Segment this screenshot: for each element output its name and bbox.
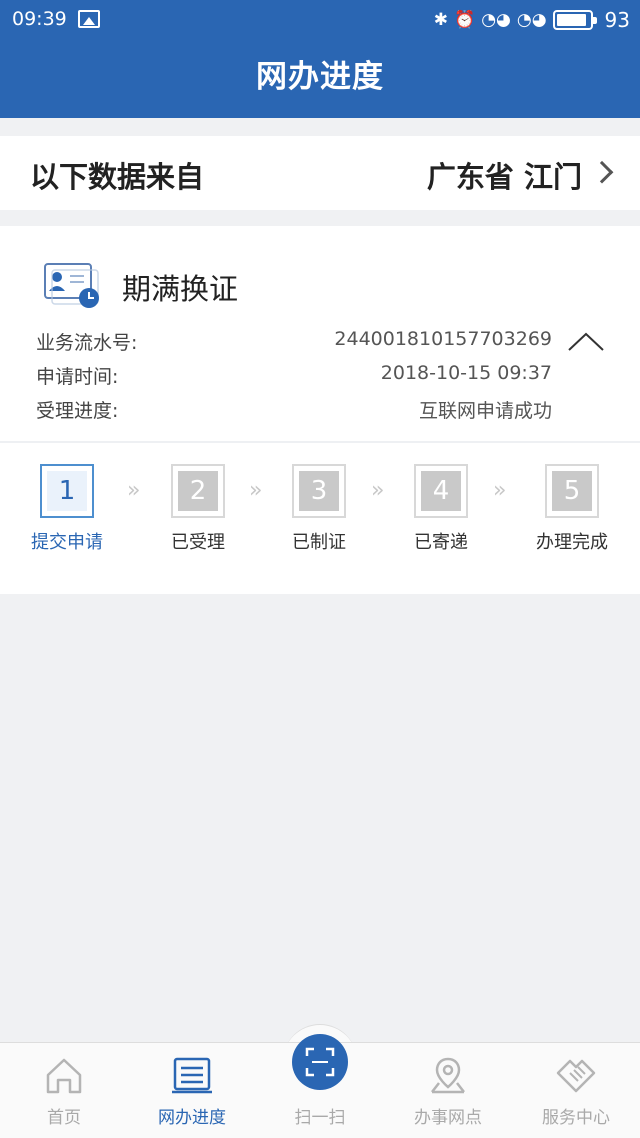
divider (0, 441, 640, 443)
step-5: 5 办理完成 (522, 464, 622, 554)
status-value: 互联网申请成功 (418, 400, 552, 422)
service-title: 期满换证 (122, 272, 239, 306)
step-number: 4 (421, 471, 461, 511)
apply-time-label: 申请时间: (36, 366, 119, 388)
scan-icon (305, 1047, 335, 1077)
tab-progress[interactable]: 网办进度 (128, 1043, 256, 1138)
step-4: 4 已寄递 (391, 464, 491, 554)
status-label: 受理进度: (36, 400, 119, 422)
tab-label: 网办进度 (158, 1108, 226, 1128)
step-label: 已寄递 (414, 532, 468, 553)
step-3: 3 已制证 (269, 464, 369, 554)
tab-label: 首页 (47, 1108, 81, 1128)
battery-icon (552, 10, 597, 30)
serial-value: 244001810157703269 (334, 328, 552, 350)
tab-home[interactable]: 首页 (0, 1043, 128, 1138)
step-1: 1 提交申请 (17, 464, 117, 554)
tab-label: 扫一扫 (294, 1108, 346, 1128)
apply-time-value: 2018-10-15 09:37 (380, 362, 552, 384)
step-label: 已受理 (171, 532, 225, 553)
chevron-up-icon[interactable] (566, 330, 606, 354)
title-bar: 网办进度 (0, 40, 640, 118)
tab-service-center[interactable]: 服务中心 (512, 1043, 640, 1138)
map-pin-icon (431, 1057, 465, 1094)
step-separator: » (127, 478, 141, 503)
4g-signal-icon: ◔◕ (516, 10, 547, 30)
image-icon (78, 10, 100, 28)
alarm-icon: ⏰ (454, 10, 476, 30)
bluetooth-icon: ✱ (433, 10, 449, 30)
step-label: 办理完成 (536, 532, 608, 553)
step-label: 已制证 (292, 532, 346, 553)
home-icon (46, 1058, 82, 1094)
hd-signal-icon: ◔◕ (481, 10, 511, 30)
scan-button[interactable] (292, 1034, 348, 1090)
tab-service-points[interactable]: 办事网点 (384, 1043, 512, 1138)
progress-list-icon (172, 1057, 212, 1094)
tab-label: 办事网点 (414, 1108, 482, 1128)
battery-level: 93 (604, 8, 630, 32)
status-bar: 09:39 ✱ ⏰ ◔◕ ◔◕ 93 (0, 0, 640, 40)
data-source-selector[interactable]: 以下数据来自 广东省 江门 (0, 136, 640, 210)
chevron-right-icon (590, 160, 614, 184)
step-number: 1 (47, 471, 87, 511)
tab-label: 服务中心 (542, 1108, 610, 1128)
step-number: 5 (552, 471, 592, 511)
handshake-icon (556, 1059, 596, 1093)
step-separator: » (493, 478, 507, 503)
step-separator: » (249, 478, 263, 503)
step-separator: » (371, 478, 385, 503)
step-number: 3 (299, 471, 339, 511)
step-number: 2 (178, 471, 218, 511)
step-2: 2 已受理 (148, 464, 248, 554)
page-title: 网办进度 (256, 59, 384, 95)
serial-label: 业务流水号: (36, 332, 138, 354)
data-source-label: 以下数据来自 (30, 160, 205, 194)
status-icons: ✱ ⏰ ◔◕ ◔◕ 93 (434, 8, 630, 32)
status-time: 09:39 (12, 8, 67, 30)
region-value: 广东省 江门 (426, 160, 582, 194)
step-label: 提交申请 (31, 532, 103, 553)
id-card-icon (44, 263, 99, 308)
progress-card: 期满换证 业务流水号: 244001810157703269 申请时间: 201… (0, 226, 640, 594)
